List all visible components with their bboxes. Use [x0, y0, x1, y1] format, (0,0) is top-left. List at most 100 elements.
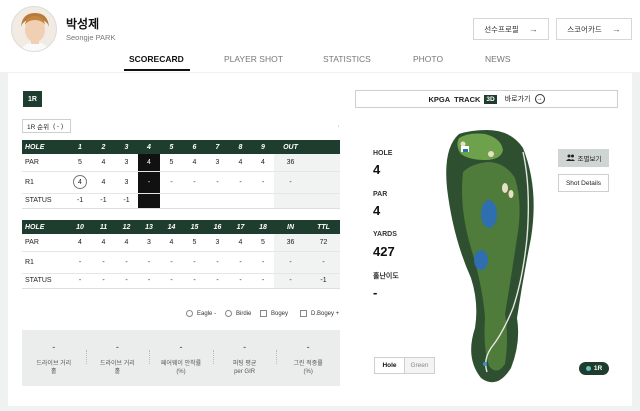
tee-marker [483, 362, 487, 366]
score-cell: 2 [92, 140, 115, 154]
double-circle-icon [186, 310, 193, 317]
arrow-right-icon: → [611, 24, 621, 34]
score-cell: - [183, 273, 206, 289]
score-cell: - [229, 171, 252, 194]
score-cell: -1 [68, 193, 92, 209]
score-cell: - [138, 273, 160, 289]
round-score-row: R1 4 4 3- - - - - - - [22, 171, 340, 194]
bunker [488, 151, 494, 157]
green-view-option[interactable]: Green [405, 358, 434, 373]
score-cell: - [206, 171, 229, 194]
score-cell [307, 193, 340, 209]
par-value: 4 [373, 203, 381, 218]
round-badge[interactable]: 1R [23, 91, 42, 107]
round-pill[interactable]: 1R [579, 362, 609, 375]
score-cell: 4 [68, 171, 92, 194]
score-cell: 13 [138, 220, 160, 234]
tab-statistics[interactable]: STATISTICS [323, 54, 371, 64]
score-cell: - [115, 273, 138, 289]
row-label: HOLE [22, 140, 68, 154]
row-label: HOLE [22, 220, 68, 234]
tab-news[interactable]: NEWS [485, 54, 511, 64]
tab-player-shot[interactable]: PLAYER SHOT [224, 54, 283, 64]
row-label: PAR [22, 234, 68, 252]
legend-eagle-label: Eagle - [197, 310, 217, 317]
score-cell: 18 [252, 220, 274, 234]
shot-details-button[interactable]: Shot Details [558, 174, 609, 192]
kpga-track-link[interactable]: KPGA TRACK 3D 바로가기 → [355, 90, 618, 108]
score-cell: - [92, 273, 115, 289]
score-cell [160, 193, 183, 209]
score-cell [307, 154, 340, 172]
legend-bogey: Bogey [260, 310, 288, 317]
stat-value: - [115, 342, 119, 352]
scorecard-header-row: HOLE 1 2 3 4 5 6 7 8 9 OUT [22, 140, 340, 154]
score-cell [307, 171, 340, 194]
par-label: PAR [373, 191, 388, 198]
score-cell: 6 [183, 140, 206, 154]
score-cell: 3 [115, 140, 138, 154]
round-rank-value: ( - ) [53, 122, 64, 130]
score-cell [274, 193, 307, 209]
group-view-button[interactable]: 조별보기 [558, 149, 609, 167]
score-cell: - [252, 251, 274, 274]
score-cell: -1 [92, 193, 115, 209]
score-cell: 4 [138, 154, 160, 172]
status-row: STATUS -1 -1 -1 [22, 193, 340, 209]
yards-label: YARDS [373, 231, 397, 238]
stat-label: 그린 적중률 (%) [293, 361, 323, 376]
birdie-circle: 4 [73, 175, 87, 189]
score-cell: 5 [252, 234, 274, 252]
shortcut-label: 바로가기 [504, 96, 531, 103]
score-cell: - [138, 251, 160, 274]
score-cell: - [183, 171, 206, 194]
score-cell: - [274, 171, 307, 194]
player-avatar [11, 6, 57, 52]
player-profile-button[interactable]: 선수프로필 → [473, 18, 549, 40]
score-cell: 10 [68, 220, 92, 234]
score-cell: 5 [160, 140, 183, 154]
player-tabs: SCORECARD PLAYER SHOT STATISTICS PHOTO N… [0, 48, 640, 72]
score-cell: 4 [229, 154, 252, 172]
stat-label: 퍼팅 평균 per GIR [232, 361, 257, 376]
row-label: PAR [22, 154, 68, 172]
score-cell: 17 [229, 220, 252, 234]
hole-green-toggle: Hole Green [374, 357, 435, 374]
arrow-right-icon: → [528, 24, 538, 34]
hole-map[interactable] [431, 128, 543, 390]
hole-view-option[interactable]: Hole [375, 358, 405, 373]
score-cell: 36 [274, 234, 307, 252]
score-cell: 4 [138, 140, 160, 154]
bunker [460, 141, 466, 147]
score-cell: - [206, 273, 229, 289]
stat-value: - [52, 342, 56, 352]
legend-double-bogey-label: D.Bogey + [311, 310, 340, 317]
score-cell: 16 [206, 220, 229, 234]
circle-arrow-right-icon: → [534, 94, 545, 104]
status-row: STATUS - - - - - - - - - - -1 [22, 273, 340, 289]
flag-marker [463, 149, 468, 152]
difficulty-label: 홀난이도 [373, 273, 399, 280]
round-pill-label: 1R [593, 365, 603, 372]
score-cell: 36 [274, 154, 307, 172]
par-row: PAR 5 4 3 4 5 4 3 4 4 36 [22, 154, 340, 172]
bunker [502, 183, 508, 193]
kpga-brand: KPGA [428, 94, 451, 104]
score-cell: 3 [115, 154, 138, 172]
score-cell: 3 [206, 154, 229, 172]
stat-label: 드라이브 거리 홀 [36, 361, 72, 376]
score-cell: 4 [92, 154, 115, 172]
score-cell [252, 193, 274, 209]
tab-scorecard[interactable]: SCORECARD [129, 54, 184, 64]
row-label: STATUS [22, 273, 68, 289]
water-hazard [474, 250, 488, 270]
score-cell: 5 [183, 234, 206, 252]
score-cell: OUT [274, 140, 307, 154]
scorecard-button[interactable]: 스코어카드 → [556, 18, 632, 40]
badge-3d: 3D [484, 94, 497, 104]
group-icon [565, 154, 575, 163]
stat-value: - [306, 342, 310, 352]
legend-birdie: Birdie [225, 310, 251, 317]
tab-photo[interactable]: PHOTO [413, 54, 443, 64]
score-cell: 1 [68, 140, 92, 154]
